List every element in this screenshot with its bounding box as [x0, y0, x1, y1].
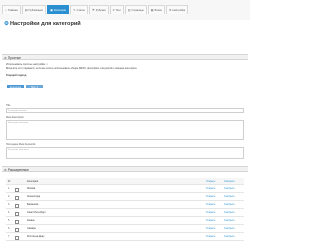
table-row: 7 Ростов-на-Дону Открыть Смотреть — [6, 233, 244, 241]
view-link[interactable]: Смотреть — [224, 193, 235, 201]
row-id: 5 — [8, 219, 10, 222]
table-row: 2 Зеленоград Открыть Смотреть — [6, 193, 244, 201]
row-checkbox[interactable] — [15, 212, 19, 216]
blocks-icon: ▦ — [150, 7, 154, 12]
section-advanced-header[interactable]: ⚙Расширенные — [2, 166, 248, 172]
tab-articles[interactable]: ✎ Статьи — [70, 5, 89, 14]
tab-categories[interactable]: ▣ Категории — [47, 5, 70, 14]
home-icon: ⌂ — [5, 7, 7, 12]
table-row: 6 Самара Открыть Смотреть — [6, 225, 244, 233]
view-link[interactable]: Смотреть — [224, 233, 235, 241]
tab-label: Настройки — [172, 8, 186, 12]
table-row: 1 Москва Открыть Смотреть — [6, 185, 244, 193]
tab-rubrics[interactable]: ⚑ Рубрики — [89, 5, 109, 14]
row-name: Самара — [27, 227, 36, 230]
open-link[interactable]: Открыть — [206, 217, 215, 225]
page-title-text: Настройки для категорий — [10, 21, 81, 27]
pages-icon: ▥ — [127, 7, 131, 12]
tab-label: Страницы — [131, 8, 144, 12]
row-id: 7 — [8, 235, 10, 238]
view-link[interactable]: Смотреть — [224, 185, 235, 193]
row-checkbox[interactable] — [15, 236, 19, 240]
view-link[interactable]: Смотреть — [224, 209, 235, 217]
open-link[interactable]: Открыть — [206, 201, 215, 209]
tab-tags[interactable]: # Теги — [109, 5, 124, 14]
row-id: 4 — [8, 211, 10, 214]
open-link[interactable]: Открыть — [206, 185, 215, 193]
categories-table: ID Категория Открыть Смотреть 1 Москва Отк… — [6, 178, 244, 241]
row-name: Балашиха — [27, 203, 39, 206]
folder-icon: ▣ — [50, 7, 53, 12]
tab-label: Главная — [7, 8, 18, 12]
article-icon: ✎ — [73, 7, 76, 12]
column-header-open: Открыть — [206, 180, 216, 183]
table-row: 5 Казань Открыть Смотреть — [6, 217, 244, 225]
meta-description-field[interactable]: Категория описание — [6, 120, 244, 140]
tab-label: Теги — [115, 8, 121, 12]
tab-label: Рубрики — [95, 8, 106, 12]
top-navigation-bar: ⌂ Главная ▤ Публикации ▣ Категории ✎ Статьи … — [0, 0, 250, 20]
table-header-row: ID Категория Открыть Смотреть — [6, 178, 244, 185]
tab-label: Блоки — [154, 8, 162, 12]
section-title: Простые — [7, 56, 21, 60]
settings-icon: ⚙ — [4, 168, 7, 172]
row-checkbox[interactable] — [15, 228, 19, 232]
table-row: 4 Санкт-Петербург Открыть Смотреть — [6, 209, 244, 217]
tab-label: Категории — [53, 8, 67, 12]
view-link[interactable]: Смотреть — [224, 225, 235, 233]
column-header-view: Смотреть — [224, 180, 235, 183]
open-link[interactable]: Открыть — [206, 209, 215, 217]
post-button[interactable]: Пост 1 — [25, 84, 44, 89]
file-icon: ▤ — [24, 7, 28, 12]
view-link[interactable]: Смотреть — [224, 217, 235, 225]
row-id: 6 — [8, 227, 10, 230]
open-link[interactable]: Открыть — [206, 233, 215, 241]
column-header-name: Категория — [27, 180, 39, 183]
tab-label: Публикации — [28, 8, 44, 12]
simple-settings-option[interactable]: Использовать простые настройки: ✓ — [6, 63, 49, 66]
table-row: 3 Балашиха Открыть Смотреть — [6, 201, 244, 209]
tab-label: Статьи — [76, 8, 86, 12]
section-simple-header[interactable]: ⚙Простые — [2, 54, 248, 60]
page-title: ⚙Настройки для категорий — [4, 21, 81, 28]
current-approach-heading: Текущий подход — [6, 74, 26, 77]
tab-publications[interactable]: ▤ Публикации — [21, 5, 47, 14]
meta-description-label: Meta Description — [6, 116, 24, 119]
meta-keywords-label: Последние Meta Keywords — [6, 143, 36, 146]
current-approach-text: Текущий подход — [6, 74, 27, 77]
tab-home[interactable]: ⌂ Главная — [2, 5, 21, 14]
meta-keywords-field[interactable]: Категория ключевые — [6, 147, 244, 159]
row-id: 3 — [8, 203, 10, 206]
row-checkbox[interactable] — [15, 188, 19, 192]
row-name: Казань — [27, 219, 35, 222]
tab-settings[interactable]: ⚙ Настройки — [165, 5, 189, 14]
column-header-id: ID — [8, 180, 11, 183]
category-button[interactable]: Категория — [6, 84, 25, 89]
row-name: Зеленоград — [27, 195, 40, 198]
row-checkbox[interactable] — [15, 204, 19, 208]
row-checkbox[interactable] — [15, 220, 19, 224]
tags-icon: # — [112, 7, 115, 12]
settings-icon: ⚙ — [4, 56, 7, 60]
button-group: Категория Пост 1 — [6, 84, 44, 89]
title-field[interactable]: Категория шаблон — [6, 108, 244, 113]
gear-icon: ⚙ — [4, 21, 10, 27]
section-title: Расширенные — [7, 168, 29, 172]
row-name: Санкт-Петербург — [27, 211, 46, 214]
title-field-label: Title — [6, 104, 11, 107]
row-id: 2 — [8, 195, 10, 198]
row-name: Ростов-на-Дону — [27, 235, 45, 238]
open-link[interactable]: Открыть — [206, 225, 215, 233]
tab-bar: ⌂ Главная ▤ Публикации ▣ Категории ✎ Статьи … — [2, 5, 189, 15]
tab-pages[interactable]: ▥ Страницы — [124, 5, 147, 14]
tab-blocks[interactable]: ▦ Блоки — [147, 5, 165, 14]
row-checkbox[interactable] — [15, 196, 19, 200]
tag-icon: ⚑ — [92, 7, 95, 12]
simple-settings-help: Включите этот параметр, если вы хотите и… — [6, 67, 138, 70]
row-name: Москва — [27, 187, 36, 190]
row-id: 1 — [8, 187, 10, 190]
view-link[interactable]: Смотреть — [224, 201, 235, 209]
gear-icon: ⚙ — [168, 7, 172, 12]
open-link[interactable]: Открыть — [206, 193, 215, 201]
